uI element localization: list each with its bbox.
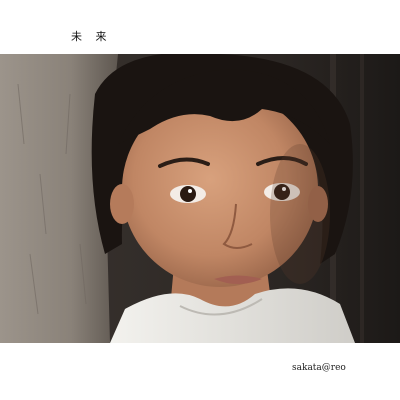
cover-title: 未 来 (71, 30, 112, 43)
portrait-photo (0, 54, 400, 343)
photo-credit: sakata@reo (292, 363, 346, 373)
